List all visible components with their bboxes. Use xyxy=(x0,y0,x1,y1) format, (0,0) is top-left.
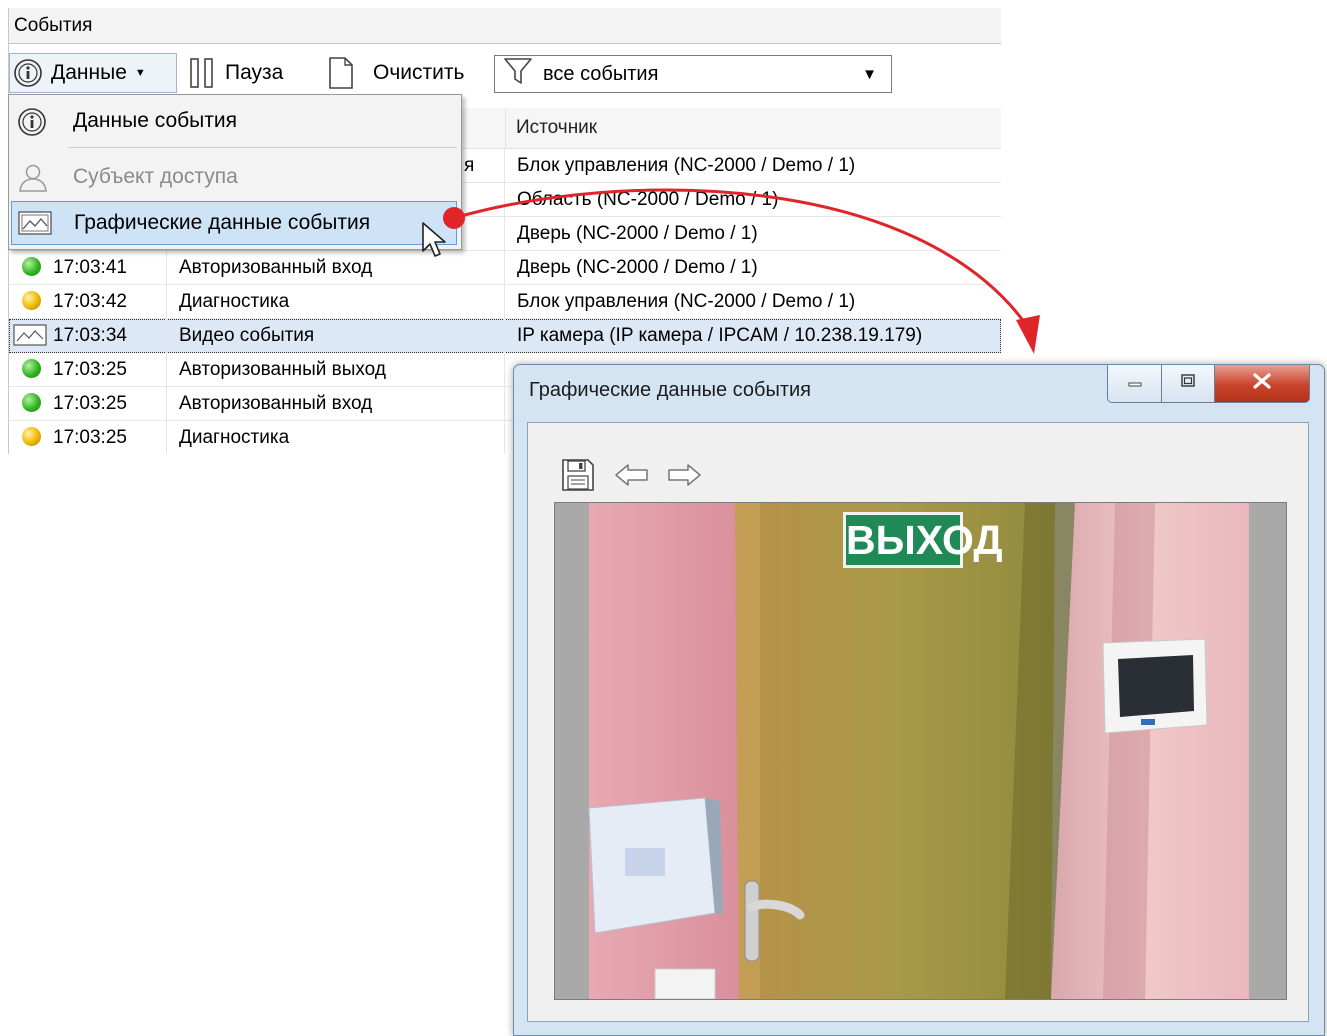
close-button[interactable] xyxy=(1214,365,1310,403)
maximize-icon xyxy=(1179,373,1197,394)
maximize-button[interactable] xyxy=(1161,365,1215,403)
minimize-icon xyxy=(1126,374,1144,393)
window-client-area: ВЫХОД xyxy=(527,422,1309,1022)
camera-snapshot-image xyxy=(555,503,1286,999)
event-photo: ВЫХОД xyxy=(554,502,1287,1000)
save-icon[interactable] xyxy=(560,458,596,497)
window-title: Графические данные события xyxy=(529,379,812,401)
minimize-button[interactable] xyxy=(1107,365,1162,403)
arrow-right-icon[interactable] xyxy=(666,463,702,492)
exit-sign: ВЫХОД xyxy=(843,512,1003,568)
arrow-left-icon[interactable] xyxy=(614,463,650,492)
close-icon xyxy=(1251,372,1273,395)
graphic-data-window: Графические данные события ВЫХОД xyxy=(513,364,1325,1036)
